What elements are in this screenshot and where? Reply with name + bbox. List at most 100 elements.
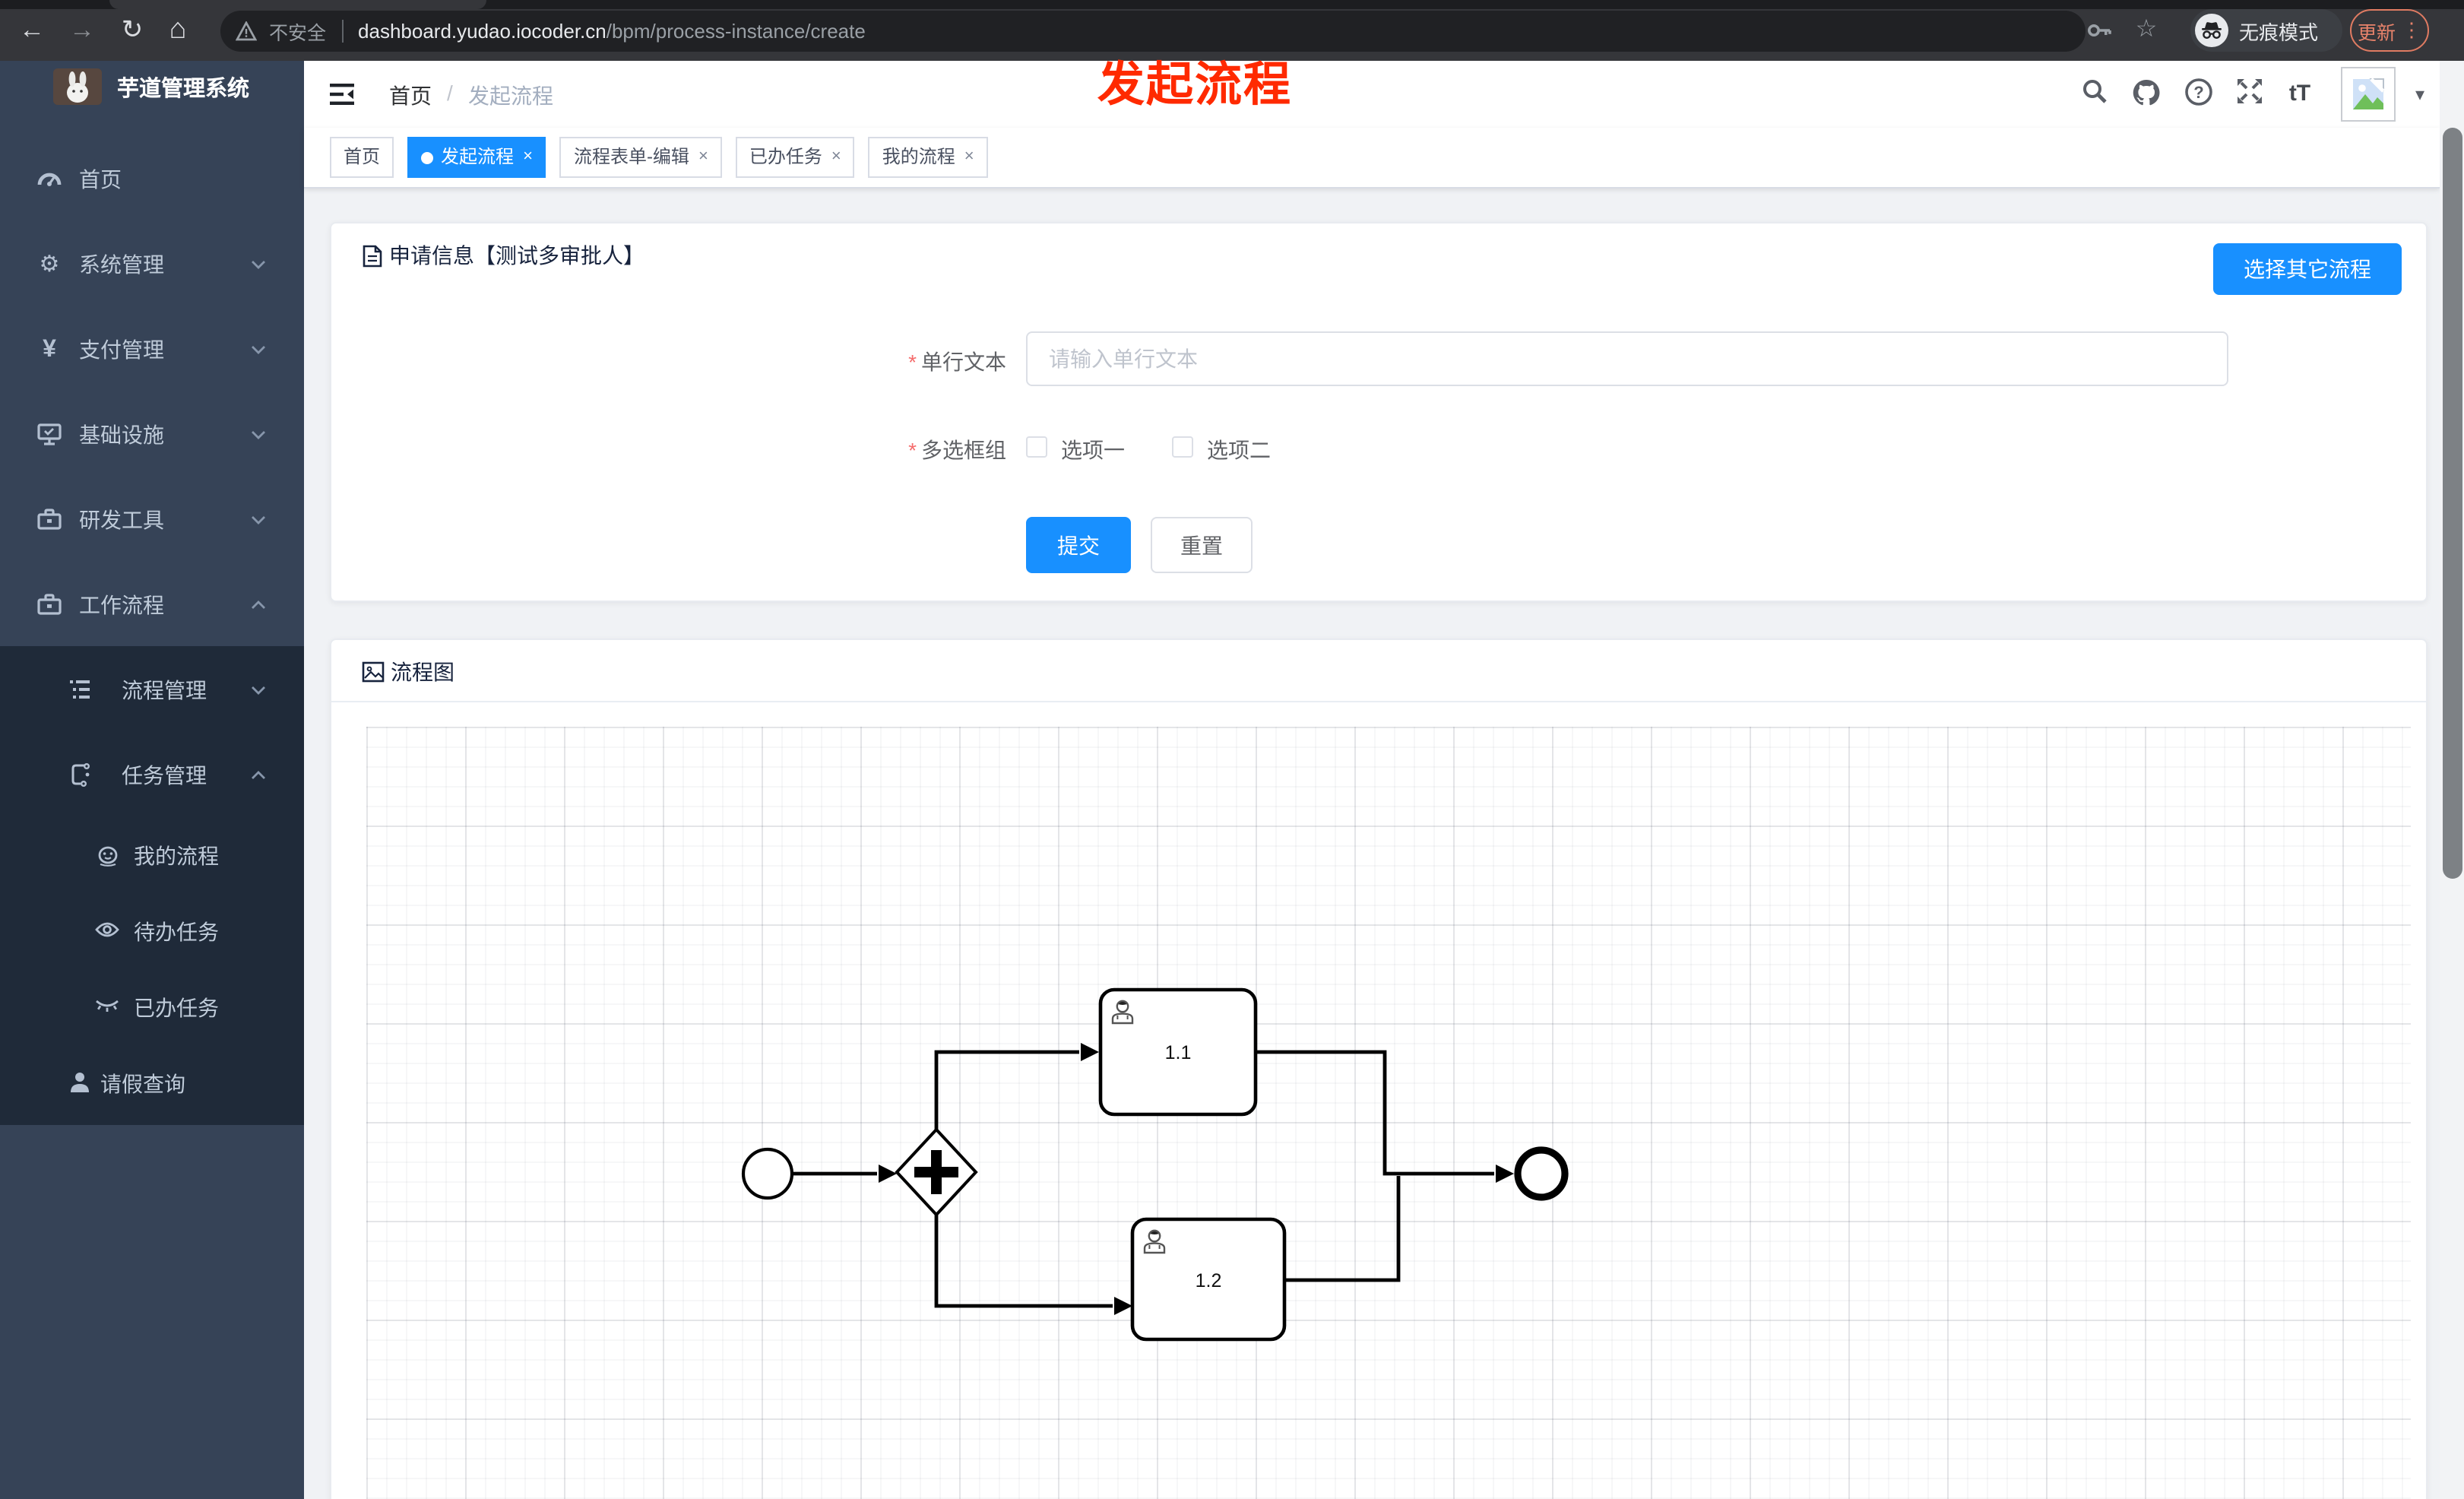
sidebar-item-system[interactable]: ⚙ 系统管理 [0, 234, 304, 295]
flow-icon [67, 762, 93, 788]
breadcrumb-home[interactable]: 首页 [389, 81, 432, 111]
sidebar-logo[interactable]: 芋道管理系统 [0, 61, 304, 134]
arrowhead [1496, 1165, 1514, 1183]
required-asterisk: * [908, 350, 917, 374]
close-icon[interactable]: × [698, 138, 708, 176]
app-title: 芋道管理系统 [117, 78, 249, 102]
monitor-icon [36, 422, 62, 448]
browser-tabstrip [0, 0, 2464, 9]
app-page: 芋道管理系统 首页 ⚙ 系统管理 ¥ 支付管理 基础设施 研发工具 工作流程 流… [0, 61, 2464, 1499]
arrowhead [1081, 1043, 1099, 1061]
tag-form-edit[interactable]: 流程表单-编辑 × [559, 137, 722, 178]
close-icon[interactable]: × [523, 138, 533, 176]
sidebar-item-task-mgmt[interactable]: 任务管理 [0, 745, 304, 806]
sidebar-item-todo-tasks[interactable]: 待办任务 [0, 902, 304, 962]
tree-list-icon [67, 677, 93, 703]
page-scrollbar[interactable] [2440, 61, 2464, 1499]
warning-icon [236, 21, 257, 41]
required-asterisk: * [908, 438, 917, 462]
reset-label: 重置 [1180, 533, 1223, 557]
bpmn-start-event[interactable] [741, 1147, 794, 1200]
sidebar-item-label: 我的流程 [134, 844, 219, 868]
browser-forward-icon[interactable]: → [62, 11, 102, 50]
sidebar-item-done-tasks[interactable]: 已办任务 [0, 978, 304, 1038]
annotation-title: 发起流程 [1097, 58, 1292, 111]
chrome-update-button[interactable]: 更新 ⋮ [2350, 9, 2429, 52]
checkbox-option-1-label[interactable]: 选项一 [1061, 435, 1125, 465]
chevron-down-icon [249, 426, 268, 444]
incognito-badge: 无痕模式 [2190, 9, 2342, 52]
tag-create-process[interactable]: 发起流程 × [407, 137, 546, 178]
tag-label: 已办任务 [749, 146, 822, 167]
browser-active-tab[interactable] [109, 0, 486, 9]
flow-task2-join [1285, 1176, 1401, 1282]
scrollbar-thumb[interactable] [2442, 128, 2462, 879]
search-icon[interactable] [2078, 78, 2111, 111]
sidebar-toggle-icon[interactable] [330, 82, 354, 106]
reset-button[interactable]: 重置 [1151, 517, 1253, 573]
bookmark-star-icon[interactable]: ☆ [2127, 11, 2166, 50]
field-label-text-input: * 单行文本 [908, 350, 1006, 374]
tag-label: 首页 [344, 146, 381, 167]
tag-my-process[interactable]: 我的流程 × [868, 137, 988, 178]
submit-button[interactable]: 提交 [1026, 517, 1131, 573]
task-label: 1.2 [1196, 1270, 1222, 1291]
incognito-icon [2195, 14, 2228, 47]
sidebar-item-leave-query[interactable]: 请假查询 [0, 1054, 304, 1114]
sidebar-item-label: 支付管理 [79, 338, 164, 362]
tag-label: 流程表单-编辑 [573, 146, 689, 167]
flow-diagram-card: 流程图 1.1 1.2 [330, 639, 2428, 1499]
sidebar-item-label: 工作流程 [79, 593, 164, 617]
single-line-text-input[interactable] [1026, 331, 2228, 386]
sidebar-item-workflow[interactable]: 工作流程 [0, 575, 304, 635]
chevron-up-icon [249, 766, 268, 784]
checkbox-option-1[interactable] [1026, 436, 1047, 458]
app-header: 首页 / 发起流程 ? tT ▾ [304, 61, 2440, 128]
font-size-icon[interactable]: tT [2283, 78, 2317, 111]
browser-home-icon[interactable]: ⌂ [158, 11, 198, 50]
close-icon[interactable]: × [964, 138, 974, 176]
bpmn-canvas[interactable]: 1.1 1.2 [366, 727, 2411, 1499]
sidebar-item-payment[interactable]: ¥ 支付管理 [0, 319, 304, 380]
logo-avatar [53, 68, 102, 105]
robot-icon [94, 843, 120, 869]
fullscreen-icon[interactable] [2233, 78, 2266, 111]
yen-icon: ¥ [43, 337, 56, 363]
active-dot [421, 151, 434, 163]
close-icon[interactable]: × [831, 138, 841, 176]
sidebar-item-label: 系统管理 [79, 252, 164, 277]
sidebar-item-devtools[interactable]: 研发工具 [0, 490, 304, 550]
eye-icon [94, 919, 120, 945]
screen: ← → ↻ ⌂ 不安全 dashboard.yudao.iocoder.cn/b… [0, 0, 2464, 1499]
chevron-down-icon [249, 341, 268, 359]
diagram-card-title: 流程图 [362, 657, 454, 687]
avatar-caret-icon[interactable]: ▾ [2403, 78, 2437, 111]
tags-view: 首页 发起流程 × 流程表单-编辑 × 已办任务 × 我的流程 × [304, 128, 2440, 189]
select-other-process-button[interactable]: 选择其它流程 [2213, 243, 2402, 295]
flow-gateway-task2 [934, 1213, 1113, 1308]
chevron-down-icon [249, 681, 268, 699]
sidebar-item-infrastructure[interactable]: 基础设施 [0, 404, 304, 465]
document-icon [363, 244, 382, 267]
tag-done-tasks[interactable]: 已办任务 × [735, 137, 855, 178]
sidebar-item-process-mgmt[interactable]: 流程管理 [0, 660, 304, 721]
browser-back-icon[interactable]: ← [12, 11, 52, 50]
chrome-menu-icon[interactable]: ⋮ [2402, 18, 2421, 43]
tag-home[interactable]: 首页 [330, 137, 394, 178]
help-icon[interactable]: ? [2181, 78, 2215, 111]
sidebar-item-home[interactable]: 首页 [0, 149, 304, 210]
sidebar-item-my-process[interactable]: 我的流程 [0, 826, 304, 886]
checkbox-option-2-label[interactable]: 选项二 [1207, 435, 1271, 465]
checkbox-option-2[interactable] [1172, 436, 1193, 458]
breadcrumb-current: 发起流程 [468, 84, 553, 108]
browser-reload-icon[interactable]: ↻ [112, 11, 152, 50]
password-key-icon[interactable] [2086, 17, 2114, 44]
user-icon [67, 1071, 93, 1097]
toolbox-icon [36, 507, 62, 533]
chevron-up-icon [249, 596, 268, 614]
bpmn-end-event[interactable] [1514, 1146, 1569, 1201]
avatar[interactable] [2341, 67, 2396, 122]
arrowhead [879, 1165, 897, 1183]
sidebar-item-label: 任务管理 [122, 763, 207, 788]
github-icon[interactable] [2130, 78, 2163, 111]
